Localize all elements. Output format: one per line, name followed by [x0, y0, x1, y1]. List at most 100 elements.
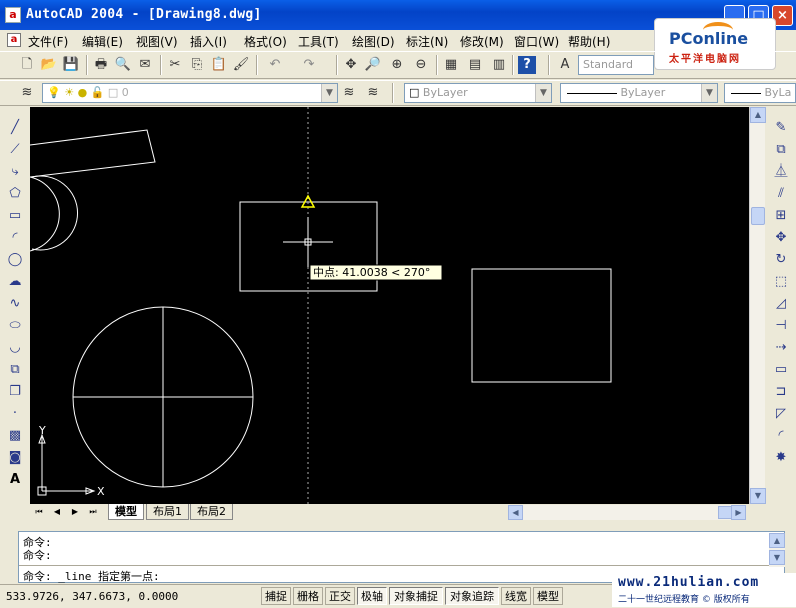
scroll-down-icon[interactable]: ▼: [750, 488, 766, 504]
horizontal-scroll-thumb[interactable]: [718, 506, 732, 519]
color-combo[interactable]: □ ByLayer ▼: [404, 83, 552, 103]
redo-icon[interactable]: ↷: [300, 56, 318, 74]
undo-icon[interactable]: ↶: [266, 56, 284, 74]
help-icon[interactable]: ?: [518, 56, 536, 74]
menu-format[interactable]: 格式(O): [244, 33, 287, 50]
grid-toggle[interactable]: 栅格: [293, 587, 323, 605]
tab-layout1[interactable]: 布局1: [146, 504, 189, 520]
previous-tab-icon[interactable]: ◀: [50, 505, 64, 519]
hatch-icon[interactable]: ▩: [6, 427, 24, 445]
print-preview-icon[interactable]: 🔍: [114, 56, 132, 74]
drawing-canvas[interactable]: 中点: 41.0038 < 270° Y X: [30, 107, 749, 504]
new-file-icon[interactable]: 🗋: [18, 56, 36, 74]
mirror-icon[interactable]: ⏅: [772, 163, 790, 181]
next-tab-icon[interactable]: ▶: [68, 505, 82, 519]
layer-combo[interactable]: 💡 ☀ ● 🔓 □ 0 ▼: [42, 83, 338, 103]
vertical-scrollbar[interactable]: ▲ ▼: [749, 107, 766, 504]
lineweight-toggle[interactable]: 线宽: [501, 587, 531, 605]
break-icon[interactable]: ▭: [772, 361, 790, 379]
copy-object-icon[interactable]: ⧉: [772, 141, 790, 159]
tool-palettes-icon[interactable]: ▥: [490, 56, 508, 74]
construction-line-icon[interactable]: ⟋: [6, 141, 24, 159]
model-toggle[interactable]: 模型: [533, 587, 563, 605]
scale-icon[interactable]: ⬚: [772, 273, 790, 291]
trim-icon[interactable]: ⊣: [772, 317, 790, 335]
layer-manager-icon[interactable]: ≋: [18, 84, 36, 102]
rectangle-2-shape[interactable]: [471, 268, 612, 383]
save-icon[interactable]: 💾: [62, 56, 80, 74]
text-style-icon[interactable]: A: [556, 56, 574, 74]
extend-icon[interactable]: ⇢: [772, 339, 790, 357]
left-circle-shape[interactable]: [31, 175, 78, 251]
parallelogram-shape[interactable]: [30, 129, 156, 178]
scroll-right-icon[interactable]: ▶: [731, 505, 746, 520]
menu-tools[interactable]: 工具(T): [298, 33, 339, 50]
menu-window[interactable]: 窗口(W): [514, 33, 559, 50]
publish-icon[interactable]: ✉: [136, 56, 154, 74]
linetype-combo[interactable]: ByLayer ▼: [560, 83, 718, 103]
lineweight-combo[interactable]: ByLa: [724, 83, 796, 103]
chevron-down-icon[interactable]: ▼: [701, 84, 717, 102]
scroll-up-icon[interactable]: ▲: [769, 533, 785, 548]
tab-model[interactable]: 模型: [108, 504, 144, 520]
region-icon[interactable]: ◙: [6, 449, 24, 467]
menu-modify[interactable]: 修改(M): [460, 33, 504, 50]
revision-cloud-icon[interactable]: ☁: [6, 273, 24, 291]
array-icon[interactable]: ⊞: [772, 207, 790, 225]
menu-edit[interactable]: 编辑(E): [82, 33, 123, 50]
menu-help[interactable]: 帮助(H): [568, 33, 610, 50]
paste-icon[interactable]: 📋: [210, 56, 228, 74]
open-file-icon[interactable]: 📂: [40, 56, 58, 74]
scroll-down-icon[interactable]: ▼: [769, 550, 785, 565]
rectangle-icon[interactable]: ▭: [6, 207, 24, 225]
menu-dimension[interactable]: 标注(N): [406, 33, 448, 50]
line-icon[interactable]: ╱: [6, 119, 24, 137]
zoom-window-icon[interactable]: ⊕: [388, 56, 406, 74]
coordinate-readout[interactable]: 533.9726, 347.6673, 0.0000: [6, 590, 178, 603]
join-icon[interactable]: ⊐: [772, 383, 790, 401]
erase-icon[interactable]: ✎: [772, 119, 790, 137]
menu-draw[interactable]: 绘图(D): [352, 33, 395, 50]
cut-icon[interactable]: ✂: [166, 56, 184, 74]
make-block-icon[interactable]: ❐: [6, 383, 24, 401]
polygon-icon[interactable]: ⬠: [6, 185, 24, 203]
layer-previous-icon[interactable]: ≋: [364, 84, 382, 102]
autocad-app-icon[interactable]: a: [5, 7, 21, 23]
offset-icon[interactable]: ⫽: [772, 185, 790, 203]
spline-icon[interactable]: ∿: [6, 295, 24, 313]
zoom-previous-icon[interactable]: ⊖: [412, 56, 430, 74]
point-icon[interactable]: ·: [6, 405, 24, 423]
chevron-down-icon[interactable]: ▼: [321, 84, 337, 102]
rotate-icon[interactable]: ↻: [772, 251, 790, 269]
explode-icon[interactable]: ✸: [772, 449, 790, 467]
match-properties-icon[interactable]: 🖌: [232, 56, 250, 74]
command-prompt[interactable]: 命令: _line 指定第一点:: [23, 568, 160, 584]
copy-icon[interactable]: ⎘: [188, 56, 206, 74]
vertical-scroll-thumb[interactable]: [751, 207, 765, 225]
polyline-icon[interactable]: ⤷: [6, 163, 24, 181]
object-snap-toggle[interactable]: 对象捕捉: [389, 587, 443, 605]
insert-block-icon[interactable]: ⧉: [6, 361, 24, 379]
command-scrollbar[interactable]: ▲ ▼: [769, 533, 785, 567]
design-center-icon[interactable]: ▤: [466, 56, 484, 74]
multiline-text-icon[interactable]: A: [6, 471, 24, 489]
first-tab-icon[interactable]: ⏮: [32, 505, 46, 519]
polar-toggle[interactable]: 极轴: [357, 587, 387, 605]
move-icon[interactable]: ✥: [772, 229, 790, 247]
ellipse-arc-icon[interactable]: ◡: [6, 339, 24, 357]
horizontal-scrollbar[interactable]: ◀ ▶: [508, 505, 746, 520]
scroll-left-icon[interactable]: ◀: [508, 505, 523, 520]
zoom-realtime-icon[interactable]: 🔎: [364, 56, 382, 74]
menu-insert[interactable]: 插入(I): [190, 33, 227, 50]
last-tab-icon[interactable]: ⏭: [86, 505, 100, 519]
ellipse-icon[interactable]: ⬭: [6, 317, 24, 335]
scroll-up-icon[interactable]: ▲: [750, 107, 766, 123]
fillet-icon[interactable]: ◜: [772, 427, 790, 445]
ortho-toggle[interactable]: 正交: [325, 587, 355, 605]
text-style-combo[interactable]: Standard: [578, 55, 654, 75]
partial-arc-shape[interactable]: [30, 176, 60, 252]
print-icon[interactable]: 🖶: [92, 56, 110, 74]
properties-icon[interactable]: ▦: [442, 56, 460, 74]
object-tracking-toggle[interactable]: 对象追踪: [445, 587, 499, 605]
menu-view[interactable]: 视图(V): [136, 33, 178, 50]
